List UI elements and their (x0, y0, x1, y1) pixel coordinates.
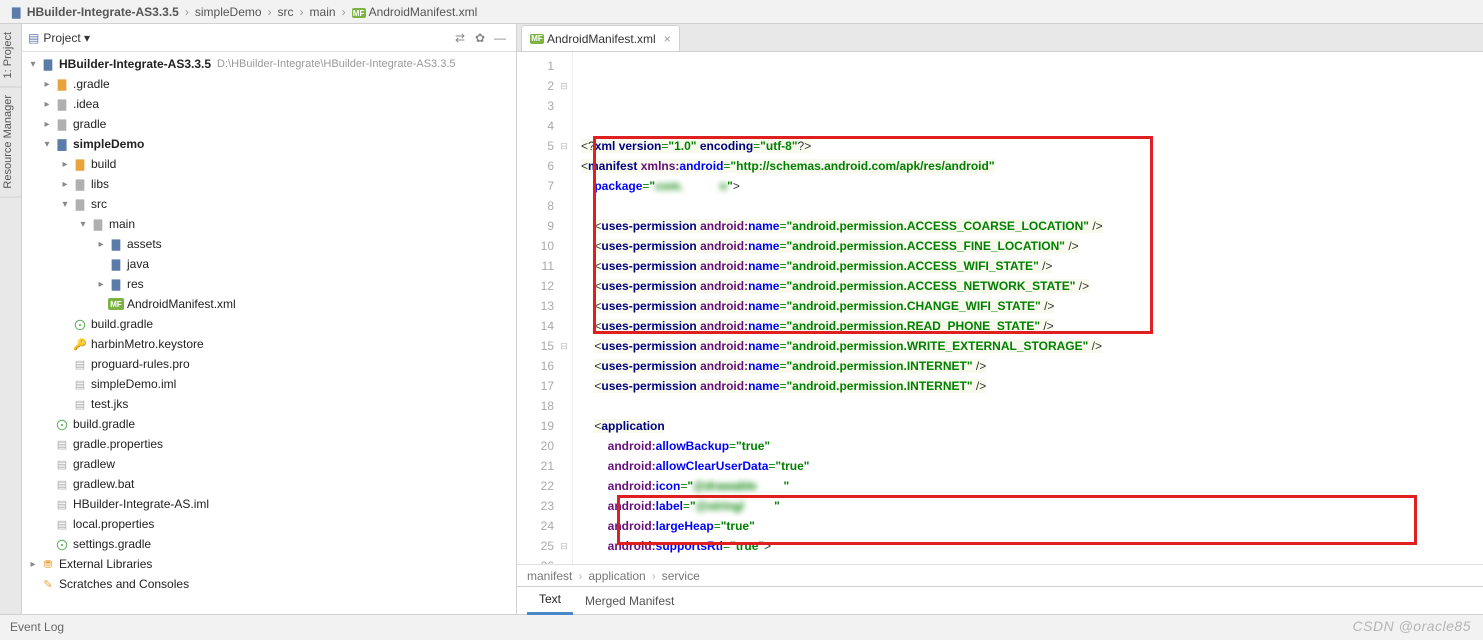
tree-item-file[interactable]: ▤simpleDemo.iml (22, 374, 516, 394)
breadcrumb: ▇ HBuilder-Integrate-AS3.3.5 › simpleDem… (0, 0, 1483, 24)
path-segment[interactable]: application (588, 569, 645, 583)
sidebar-tab-resource-manager[interactable]: Resource Manager (0, 87, 21, 198)
chevron-right-icon: › (264, 5, 276, 19)
tree-item-file[interactable]: ▤proguard-rules.pro (22, 354, 516, 374)
tree-item-scratches[interactable]: ✎Scratches and Consoles (22, 574, 516, 594)
chevron-right-icon: › (296, 5, 308, 19)
chevron-right-icon: › (338, 5, 350, 19)
tree-item-file[interactable]: ▤HBuilder-Integrate-AS.iml (22, 494, 516, 514)
crumb-folder[interactable]: main (308, 5, 338, 19)
tree-item[interactable]: ▾▇main (22, 214, 516, 234)
tool-window-tabs: 1: Project Resource Manager (0, 24, 22, 614)
tab-text[interactable]: Text (527, 586, 573, 615)
close-icon[interactable]: × (664, 32, 671, 46)
select-opened-icon[interactable]: ⇄ (450, 31, 470, 45)
tree-item-file[interactable]: ▤local.properties (22, 514, 516, 534)
crumb-module[interactable]: simpleDemo (193, 5, 264, 19)
project-panel-header: ▤ Project ▾ ⇄ ✿ — (22, 24, 516, 52)
path-segment[interactable]: service (662, 569, 700, 583)
tree-item-file[interactable]: ▤gradle.properties (22, 434, 516, 454)
editor-bottom-tabs: Text Merged Manifest (517, 586, 1483, 614)
tree-item-file[interactable]: ▤gradlew.bat (22, 474, 516, 494)
tree-item[interactable]: ▸▇build (22, 154, 516, 174)
tab-label: AndroidManifest.xml (547, 32, 656, 46)
status-bar: Event Log (0, 614, 1483, 638)
tree-item-file[interactable]: 🔑harbinMetro.keystore (22, 334, 516, 354)
tree-item[interactable]: ▸▇assets (22, 234, 516, 254)
project-view-selector[interactable]: Project ▾ (43, 31, 90, 45)
tree-item[interactable]: ▾▇src (22, 194, 516, 214)
chevron-right-icon: › (181, 5, 193, 19)
tree-item-file[interactable]: ⨀settings.gradle (22, 534, 516, 554)
tree-root[interactable]: ▾▇HBuilder-Integrate-AS3.3.5D:\HBuilder-… (22, 54, 516, 74)
tree-item[interactable]: ▸▇res (22, 274, 516, 294)
xml-path-bar: manifest› application› service (517, 564, 1483, 586)
code-editor[interactable]: <?xml version="1.0" encoding="utf-8"?><m… (573, 52, 1483, 564)
tree-item-libraries[interactable]: ▸⛃External Libraries (22, 554, 516, 574)
tree-item-file[interactable]: ▤test.jks (22, 394, 516, 414)
project-icon: ▤ (28, 31, 39, 45)
tree-item[interactable]: ▸▇.gradle (22, 74, 516, 94)
tree-item[interactable]: ▸▇gradle (22, 114, 516, 134)
event-log-button[interactable]: Event Log (10, 620, 64, 634)
crumb-project[interactable]: ▇ HBuilder-Integrate-AS3.3.5 (10, 5, 181, 19)
editor-tab[interactable]: MF AndroidManifest.xml × (521, 25, 680, 51)
tree-item-file[interactable]: ▤gradlew (22, 454, 516, 474)
editor-area: MF AndroidManifest.xml × 12⊟345⊟67891011… (517, 24, 1483, 614)
crumb-folder[interactable]: src (276, 5, 296, 19)
tree-item-file[interactable]: ⨀build.gradle (22, 314, 516, 334)
tree-item[interactable]: ▸▇libs (22, 174, 516, 194)
path-segment[interactable]: manifest (527, 569, 572, 583)
manifest-icon: MF (352, 8, 366, 18)
project-tree[interactable]: ▾▇HBuilder-Integrate-AS3.3.5D:\HBuilder-… (22, 52, 516, 614)
tree-item-module[interactable]: ▾▇simpleDemo (22, 134, 516, 154)
project-tool-window: ▤ Project ▾ ⇄ ✿ — ▾▇HBuilder-Integrate-A… (22, 24, 517, 614)
manifest-icon: MF (530, 34, 544, 44)
editor-tabs: MF AndroidManifest.xml × (517, 24, 1483, 52)
tree-item[interactable]: ▇java (22, 254, 516, 274)
tab-merged-manifest[interactable]: Merged Manifest (573, 588, 686, 614)
sidebar-tab-project[interactable]: 1: Project (0, 24, 21, 87)
tree-item[interactable]: ▸▇.idea (22, 94, 516, 114)
line-gutter[interactable]: 12⊟345⊟6789101112131415⊟1617181920212223… (517, 52, 573, 564)
gear-icon[interactable]: ✿ (470, 31, 490, 45)
hide-icon[interactable]: — (490, 31, 510, 45)
tree-item-file[interactable]: ⨀build.gradle (22, 414, 516, 434)
crumb-file[interactable]: MFAndroidManifest.xml (350, 5, 480, 19)
tree-item-file[interactable]: MFAndroidManifest.xml (22, 294, 516, 314)
